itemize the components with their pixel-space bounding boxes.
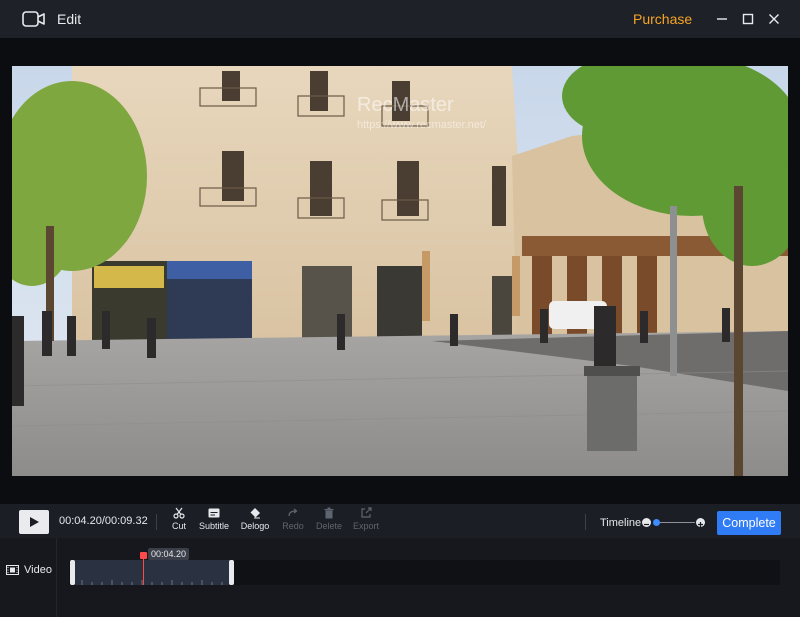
zoom-in-button[interactable] <box>696 518 705 527</box>
export-label: Export <box>352 521 379 531</box>
export-icon <box>361 507 372 518</box>
clip-tick-marks <box>81 580 223 585</box>
delogo-button[interactable]: Delogo <box>235 507 275 537</box>
subtitle-label: Subtitle <box>198 521 230 531</box>
playhead-handle[interactable] <box>140 552 147 559</box>
delogo-label: Delogo <box>240 521 270 531</box>
preview-area: RecMaster https://www.recmaster.net/ <box>0 38 800 504</box>
delete-label: Delete <box>315 521 342 531</box>
delete-button[interactable]: Delete <box>309 507 349 537</box>
maximize-icon <box>742 13 754 25</box>
timeline-panel: Video 00:04.20 <box>0 538 800 617</box>
complete-button[interactable]: Complete <box>717 511 781 535</box>
purchase-link[interactable]: Purchase <box>633 11 692 27</box>
zoom-slider-track[interactable] <box>655 522 695 523</box>
maximize-button[interactable] <box>739 10 757 28</box>
clip-start-handle[interactable] <box>70 560 75 585</box>
track-header: Video <box>0 538 57 617</box>
close-icon <box>769 14 779 24</box>
play-button[interactable] <box>19 510 49 534</box>
redo-icon <box>288 508 298 517</box>
play-icon <box>30 517 39 527</box>
divider <box>585 514 586 530</box>
cut-button[interactable]: Cut <box>159 507 199 537</box>
close-button[interactable] <box>765 10 783 28</box>
export-button[interactable]: Export <box>346 507 386 537</box>
redo-button[interactable]: Redo <box>273 507 313 537</box>
divider <box>156 514 157 530</box>
plus-icon <box>698 522 703 527</box>
video-camera-icon <box>22 11 45 27</box>
trash-icon <box>324 507 334 519</box>
playhead-time: 00:04.20 <box>148 548 190 560</box>
timecode: 00:04.20/00:09.32 <box>59 515 148 527</box>
window-title: Edit <box>57 11 82 27</box>
cut-label: Cut <box>171 521 186 531</box>
minus-icon <box>644 523 649 526</box>
edit-toolbar: 00:04.20/00:09.32 Cut Subtitle Delogo Re… <box>0 504 800 538</box>
street-scene-image: RecMaster https://www.recmaster.net/ <box>12 66 788 476</box>
film-strip-icon <box>6 565 19 575</box>
minimize-button[interactable] <box>713 10 731 28</box>
video-preview[interactable]: RecMaster https://www.recmaster.net/ <box>12 66 788 476</box>
redo-label: Redo <box>282 521 304 531</box>
timeline-zoom-label: Timeline <box>600 517 642 529</box>
eraser-icon <box>250 508 260 519</box>
subtitle-button[interactable]: Subtitle <box>194 507 234 537</box>
zoom-out-button[interactable] <box>642 518 651 527</box>
clip-end-handle[interactable] <box>229 560 234 585</box>
subtitle-icon <box>208 508 220 518</box>
watermark-url: https://www.recmaster.net/ <box>357 119 487 131</box>
minimize-icon <box>717 18 727 20</box>
title-bar: Edit Purchase <box>0 0 800 38</box>
watermark-title: RecMaster <box>357 94 454 116</box>
track-name: Video <box>24 564 52 576</box>
scissors-icon <box>173 507 185 519</box>
zoom-slider-handle[interactable] <box>653 519 660 526</box>
